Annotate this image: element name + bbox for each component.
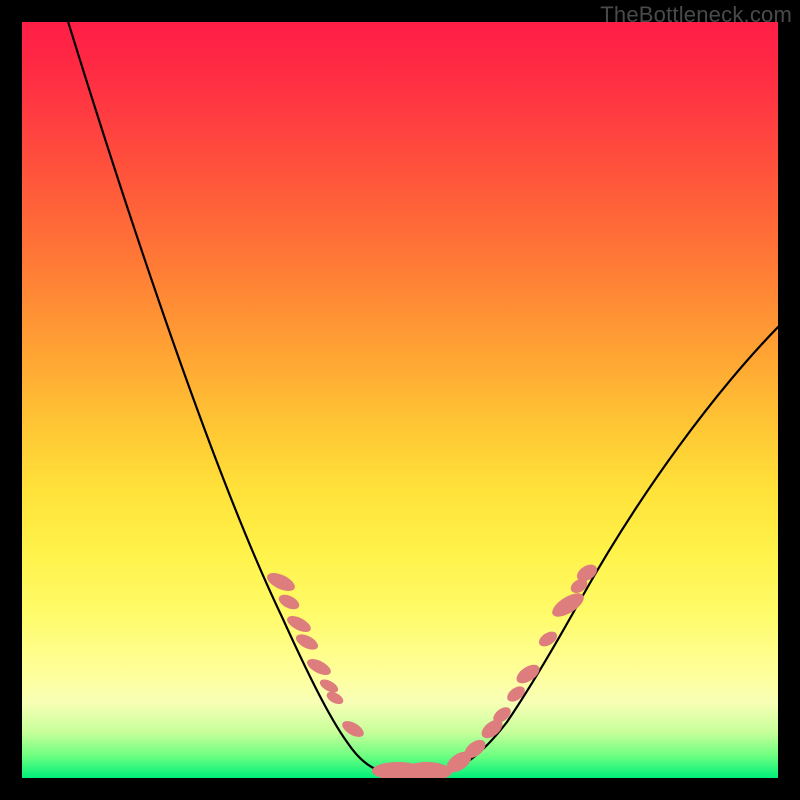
data-markers [264,561,600,778]
chart-frame: TheBottleneck.com [0,0,800,800]
data-marker [536,629,559,650]
data-marker [406,761,453,778]
chart-svg [22,22,778,778]
data-marker [548,589,587,622]
curve-line [62,22,778,774]
watermark-text: TheBottleneck.com [600,2,792,28]
data-marker [276,592,301,612]
plot-area [22,22,778,778]
